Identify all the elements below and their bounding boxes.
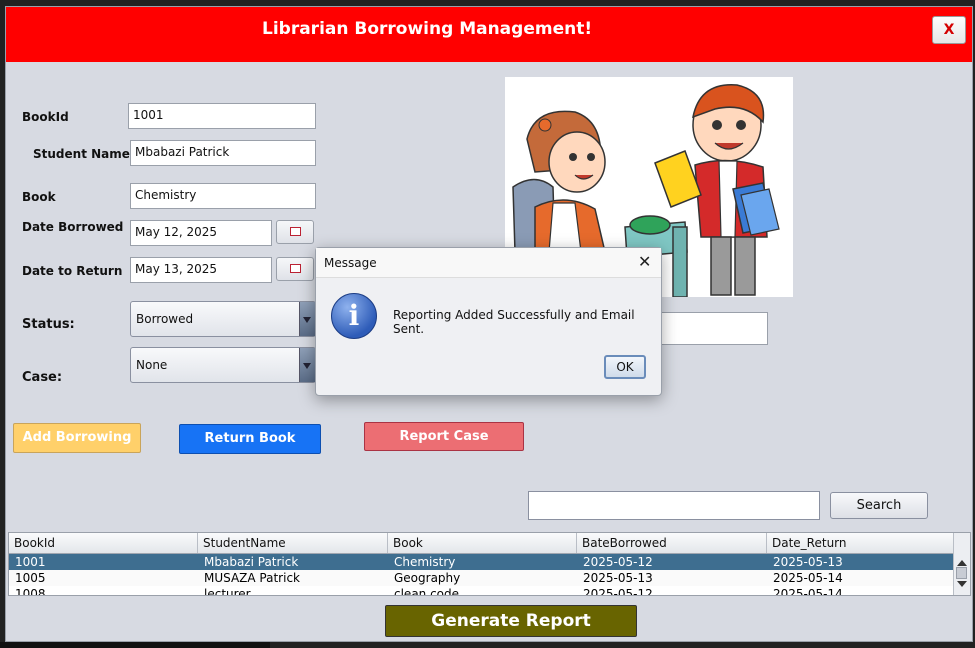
- table-cell: 2025-05-12: [583, 555, 653, 569]
- book-input[interactable]: Chemistry: [130, 183, 316, 209]
- scroll-up-icon[interactable]: [957, 560, 967, 566]
- scroll-down-icon[interactable]: [957, 581, 967, 587]
- status-label: Status:: [22, 317, 75, 332]
- chevron-down-icon[interactable]: [299, 348, 315, 382]
- table-cell: 2025-05-13: [773, 555, 843, 569]
- student-name-label: Student Name: [33, 147, 130, 161]
- taskbar-edge: [0, 642, 270, 648]
- column-header-dateborrowed[interactable]: BateBorrowed: [577, 533, 767, 553]
- ok-button[interactable]: OK: [604, 355, 646, 379]
- table-scrollbar[interactable]: [953, 533, 970, 595]
- generate-report-button[interactable]: Generate Report: [385, 605, 637, 637]
- table-cell: 2025-05-14: [773, 571, 843, 585]
- info-icon: i: [331, 293, 377, 339]
- column-header-studentname[interactable]: StudentName: [198, 533, 388, 553]
- dialog-title: Message: [324, 256, 377, 270]
- table-cell: Mbabazi Patrick: [204, 555, 299, 569]
- return-book-button[interactable]: Return Book: [179, 424, 321, 454]
- status-select-value: Borrowed: [136, 312, 194, 326]
- search-input[interactable]: [528, 491, 820, 520]
- calendar-icon: [290, 227, 301, 236]
- close-button[interactable]: X: [932, 16, 966, 44]
- right-text-field[interactable]: [646, 312, 768, 345]
- search-button[interactable]: Search: [830, 492, 928, 519]
- date-return-input[interactable]: May 13, 2025: [130, 257, 272, 283]
- window-title: Librarian Borrowing Management!: [262, 19, 593, 39]
- date-borrowed-input[interactable]: May 12, 2025: [130, 220, 272, 246]
- table-cell: 2025-05-12: [583, 587, 653, 596]
- close-icon[interactable]: ✕: [638, 252, 651, 271]
- table-cell: 1008: [15, 587, 46, 596]
- table-cell: 2025-05-14: [773, 587, 843, 596]
- status-select[interactable]: Borrowed: [130, 301, 316, 337]
- report-case-button[interactable]: Report Case: [364, 422, 524, 451]
- message-dialog: Message ✕ i Reporting Added Successfully…: [315, 247, 662, 396]
- add-borrowing-button[interactable]: Add Borrowing: [13, 423, 141, 453]
- table-cell: 1005: [15, 571, 46, 585]
- dialog-title-bar: Message ✕: [316, 248, 661, 278]
- table-cell: MUSAZA Patrick: [204, 571, 300, 585]
- bookid-label: BookId: [22, 110, 69, 124]
- student-name-input[interactable]: Mbabazi Patrick: [130, 140, 316, 166]
- table-row[interactable]: 1008 lecturer clean code 2025-05-12 2025…: [9, 586, 956, 596]
- table-cell: lecturer: [204, 587, 251, 596]
- table-row[interactable]: 1005 MUSAZA Patrick Geography 2025-05-13…: [9, 570, 956, 586]
- table-cell: Chemistry: [394, 555, 456, 569]
- case-label: Case:: [22, 370, 63, 385]
- borrowing-table[interactable]: BookId StudentName Book BateBorrowed Dat…: [8, 532, 971, 596]
- column-header-datereturn[interactable]: Date_Return: [767, 533, 956, 553]
- table-row[interactable]: 1001 Mbabazi Patrick Chemistry 2025-05-1…: [9, 554, 956, 570]
- column-header-bookid[interactable]: BookId: [9, 533, 198, 553]
- table-cell: 1001: [15, 555, 46, 569]
- date-borrowed-label: Date Borrowed: [22, 220, 124, 234]
- book-label: Book: [22, 190, 56, 204]
- bookid-input[interactable]: 1001: [128, 103, 316, 129]
- case-select[interactable]: None: [130, 347, 316, 383]
- case-select-value: None: [136, 358, 168, 372]
- date-return-label: Date to Return: [22, 264, 123, 278]
- scroll-thumb[interactable]: [956, 567, 967, 579]
- column-header-book[interactable]: Book: [388, 533, 577, 553]
- calendar-icon: [290, 264, 301, 273]
- title-bar: Librarian Borrowing Management! X: [6, 7, 972, 62]
- table-cell: 2025-05-13: [583, 571, 653, 585]
- date-borrowed-calendar-button[interactable]: [276, 220, 314, 244]
- date-return-calendar-button[interactable]: [276, 257, 314, 281]
- dialog-message: Reporting Added Successfully and Email S…: [393, 308, 635, 336]
- table-cell: clean code: [394, 587, 460, 596]
- chevron-down-icon[interactable]: [299, 302, 315, 336]
- table-cell: Geography: [394, 571, 461, 585]
- table-header: BookId StudentName Book BateBorrowed Dat…: [9, 533, 956, 554]
